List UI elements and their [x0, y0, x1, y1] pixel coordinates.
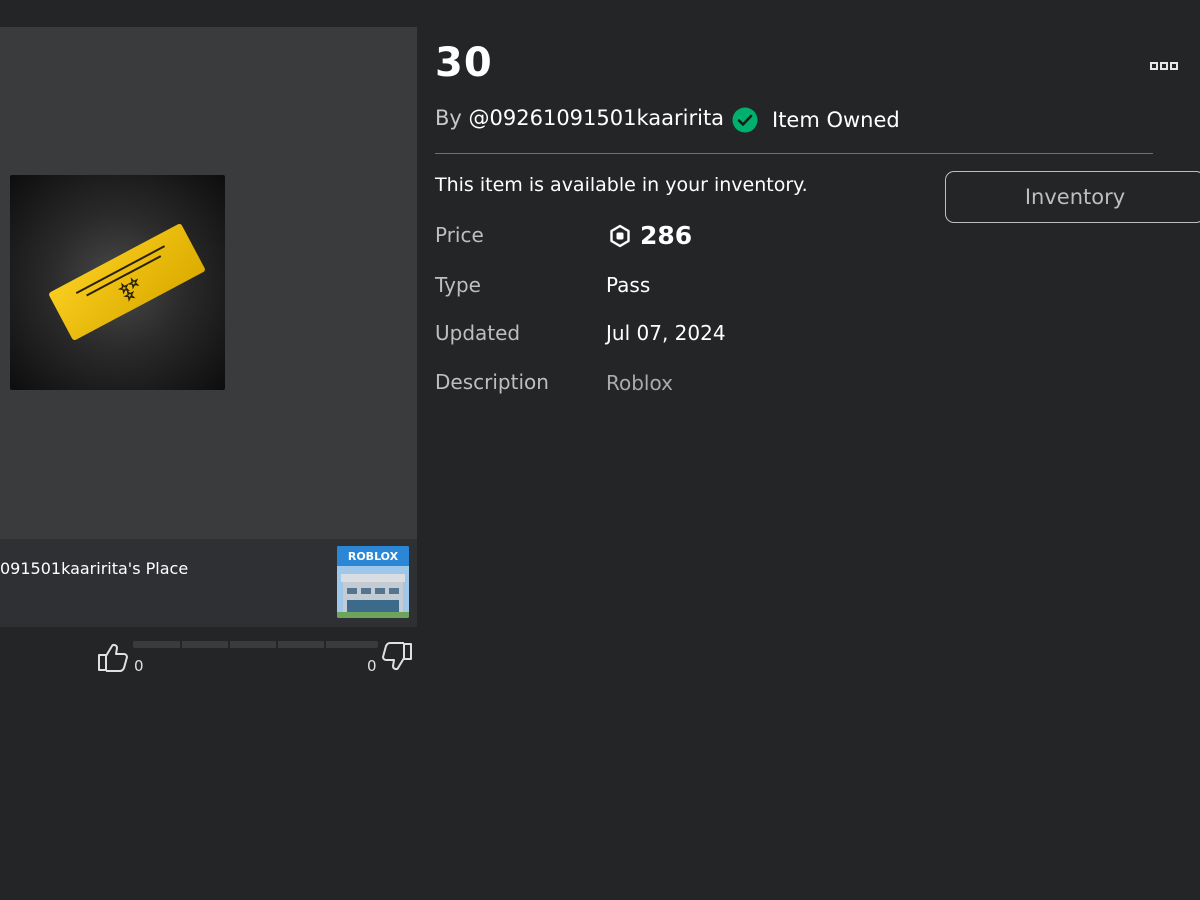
place-thumbnail-text: ROBLOX: [348, 550, 399, 563]
downvote-count: 0: [367, 657, 377, 675]
header-divider: [435, 153, 1153, 154]
robux-icon: [608, 224, 632, 248]
availability-message: This item is available in your inventory…: [435, 174, 808, 196]
thumbs-up-button[interactable]: [96, 640, 130, 674]
by-prefix: By: [435, 106, 469, 130]
more-options-icon: [1150, 62, 1178, 70]
description-label: Description: [435, 370, 549, 394]
more-options-button[interactable]: [1150, 61, 1178, 71]
price-label: Price: [435, 223, 484, 247]
creator-link[interactable]: @09261091501kaaririta: [469, 106, 725, 130]
place-name: 091501kaaririta's Place: [0, 559, 189, 578]
owned-label: Item Owned: [772, 108, 900, 132]
item-details-page: ☆☆ ☆ 091501kaaririta's Place ROBLOX 0 0 …: [0, 0, 1200, 900]
inventory-button[interactable]: Inventory: [945, 171, 1200, 223]
item-owned-badge: Item Owned: [732, 106, 900, 134]
updated-value: Jul 07, 2024: [606, 321, 726, 345]
item-thumbnail: ☆☆ ☆: [10, 175, 225, 390]
vote-bar-segment: [276, 641, 278, 648]
creator-byline: By @09261091501kaaririta: [435, 106, 724, 130]
price-value: 286: [608, 221, 692, 250]
vote-bar-segment: [324, 641, 326, 648]
thumbs-down-icon: [382, 642, 412, 671]
type-value: Pass: [606, 273, 651, 297]
updated-label: Updated: [435, 321, 521, 345]
place-link[interactable]: 091501kaaririta's Place ROBLOX: [0, 539, 417, 627]
description-value: Roblox: [606, 371, 673, 395]
type-label: Type: [435, 273, 481, 297]
place-thumbnail[interactable]: ROBLOX: [337, 546, 409, 618]
thumbs-up-icon: [98, 643, 128, 672]
item-title: 30: [435, 40, 493, 86]
check-circle-icon: [732, 107, 758, 133]
vote-bar-segment: [228, 641, 230, 648]
vote-ratio-bar: [133, 641, 378, 648]
vote-bar-segment: [180, 641, 182, 648]
gamepass-pass-image: ☆☆ ☆: [49, 224, 205, 340]
item-media-panel: ☆☆ ☆: [0, 27, 417, 539]
place-thumbnail-image: ROBLOX: [337, 546, 409, 618]
thumbs-down-button[interactable]: [380, 640, 414, 674]
price-amount: 286: [640, 221, 693, 250]
upvote-count: 0: [134, 657, 144, 675]
